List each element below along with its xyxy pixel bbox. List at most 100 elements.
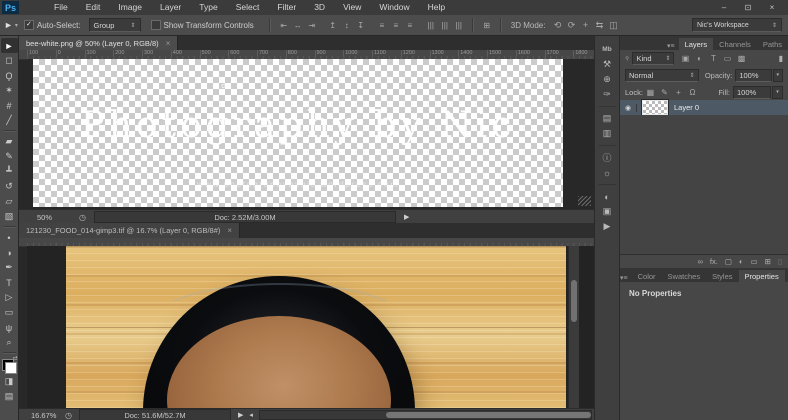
scroll-left-arrow[interactable]: ◂ (249, 411, 253, 419)
show-transform-checkbox[interactable]: Show Transform Controls (151, 20, 254, 30)
resize-grip[interactable] (578, 196, 591, 206)
panel-tab[interactable]: Layers (679, 38, 714, 50)
dodge-tool[interactable]: ◑ (1, 245, 18, 260)
menu-item[interactable]: Help (419, 0, 454, 15)
doc2-canvas[interactable] (27, 246, 594, 408)
lock-transparency-icon[interactable]: ▦ (646, 88, 655, 97)
align-left-edges-icon[interactable]: ⇤ (278, 21, 290, 30)
vertical-scrollbar[interactable] (568, 246, 579, 408)
filter-type-layers-icon[interactable]: T (708, 54, 718, 63)
checkbox-empty-icon[interactable] (151, 20, 161, 30)
healing-brush-tool[interactable]: ▰ (1, 134, 18, 149)
panel-tab[interactable]: Styles (706, 270, 738, 282)
panel-menu-icon[interactable]: ▾≡ (667, 42, 675, 50)
panel-tab[interactable]: Channels (713, 38, 757, 50)
background-color-swatch[interactable] (5, 362, 17, 374)
3d-roll-icon[interactable]: ⟳ (564, 20, 578, 31)
filter-toggle-icon[interactable]: ▮ (779, 54, 783, 63)
distribute-top-edges-icon[interactable]: ≡ (376, 21, 388, 30)
fill-value[interactable]: 100% (733, 86, 771, 99)
history-icon[interactable]: ▤ (598, 111, 617, 126)
close-icon[interactable]: × (227, 226, 232, 235)
panel-tab[interactable]: Paths (757, 38, 788, 50)
doc2-doc-size[interactable]: Doc: 51.6M/52.7M (79, 409, 231, 420)
menu-item[interactable]: Select (227, 0, 269, 15)
layer-row[interactable]: ◉ Layer 0 (620, 100, 788, 115)
delete-layer-icon[interactable]: ▯ (778, 257, 782, 266)
pen-tool[interactable]: ✒ (1, 260, 18, 275)
history-brush-tool[interactable]: ↺ (1, 179, 18, 194)
path-selection-tool[interactable]: ▷ (1, 290, 18, 305)
layer-group-icon[interactable]: ▭ (750, 257, 757, 266)
close-button[interactable]: × (762, 2, 782, 13)
distribute-bottom-edges-icon[interactable]: ≡ (404, 21, 416, 30)
auto-select-checkbox[interactable]: ✓ Auto-Select: (24, 20, 81, 30)
horizontal-scrollbar[interactable] (259, 410, 592, 420)
type-tool[interactable]: T (1, 275, 18, 290)
eyedropper-tool[interactable]: ╱ (1, 113, 18, 128)
layer-effects-icon[interactable]: fx. (710, 257, 718, 266)
play-icon[interactable]: ▶ (598, 219, 617, 234)
align-bottom-edges-icon[interactable]: ↧ (355, 21, 367, 30)
filter-adjustment-layers-icon[interactable]: ◐ (694, 54, 704, 63)
doc1-canvas[interactable]: ¤ Photography by Nic www.photographybyni… (27, 59, 594, 209)
restore-button[interactable]: ⊡ (738, 2, 758, 13)
lock-position-icon[interactable]: + (674, 88, 683, 97)
doc2-tab[interactable]: 121230_FOOD_014-gimp3.tif @ 16.7% (Layer… (19, 223, 240, 238)
layer-comps-icon[interactable]: ▣ (598, 204, 617, 219)
align-top-edges-icon[interactable]: ↥ (327, 21, 339, 30)
panel-tab[interactable]: Color (632, 270, 662, 282)
marquee-tool[interactable]: ◻ (1, 53, 18, 68)
menu-item[interactable]: Image (109, 0, 151, 15)
opacity-slider-arrow[interactable]: ▾ (773, 69, 783, 82)
menu-item[interactable]: Edit (77, 0, 110, 15)
new-layer-icon[interactable]: ⊞ (765, 257, 771, 266)
tool-presets-icon[interactable]: ⚒ (598, 57, 617, 72)
zoom-tool[interactable]: ⌕ (1, 335, 18, 350)
clone-source-icon[interactable]: ⊕ (598, 72, 617, 87)
crop-tool[interactable]: # (1, 98, 18, 113)
menu-item[interactable]: Layer (151, 0, 190, 15)
adjustment-layer-icon[interactable]: ◐ (739, 257, 744, 266)
doc2-zoom-level[interactable]: 16.67% (31, 411, 65, 420)
distribute-vertical-centers-icon[interactable]: ≡ (390, 21, 402, 30)
hand-tool[interactable]: ψ (1, 320, 18, 335)
distribute-left-edges-icon[interactable]: ||| (425, 21, 437, 30)
adjustments-icon[interactable]: ◐ (598, 189, 617, 204)
filter-shape-layers-icon[interactable]: ▭ (722, 54, 732, 63)
horizontal-scrollbar-thumb[interactable] (386, 412, 591, 418)
panel-menu-icon[interactable]: ▾≡ (620, 274, 628, 282)
lasso-tool[interactable]: Ϙ (1, 68, 18, 83)
menu-item[interactable]: Type (190, 0, 226, 15)
eraser-tool[interactable]: ▱ (1, 194, 18, 209)
auto-align-layers-icon[interactable]: ⊞ (481, 21, 493, 30)
brush-presets-icon[interactable]: ✑ (598, 87, 617, 102)
auto-select-target-dropdown[interactable]: Group ⇕ (89, 18, 141, 32)
close-icon[interactable]: × (166, 39, 171, 48)
layer-name[interactable]: Layer 0 (674, 103, 699, 112)
3d-orbit-icon[interactable]: ⟲ (550, 20, 564, 31)
3d-zoom-icon[interactable]: ◫ (606, 20, 620, 31)
quick-selection-tool[interactable]: ✶ (1, 83, 18, 98)
menu-item[interactable]: Window (370, 0, 418, 15)
lock-all-icon[interactable]: Ω (688, 88, 697, 97)
filter-smart-objects-icon[interactable]: ▩ (736, 54, 746, 63)
menu-item[interactable]: Filter (268, 0, 305, 15)
align-vertical-centers-icon[interactable]: ↕ (341, 21, 353, 30)
3d-pan-icon[interactable]: + (578, 20, 592, 30)
quick-mask-icon[interactable]: ◨ (1, 374, 18, 389)
workspace-switcher[interactable]: Nic's Workspace ⇕ (692, 18, 782, 32)
panel-tab[interactable]: Properties (739, 270, 785, 282)
visibility-eye-icon[interactable]: ◉ (620, 104, 637, 112)
navigator-icon[interactable]: ☼ (598, 165, 617, 180)
clone-stamp-tool[interactable]: ┻ (1, 164, 18, 179)
menu-item[interactable]: View (334, 0, 370, 15)
move-tool[interactable]: ► (1, 38, 18, 53)
filter-pixel-layers-icon[interactable]: ▣ (680, 54, 690, 63)
mini-bridge-icon[interactable]: Mb (598, 42, 617, 57)
opacity-value[interactable]: 100% (735, 69, 771, 82)
menu-item[interactable]: 3D (305, 0, 334, 15)
rectangle-tool[interactable]: ▭ (1, 305, 18, 320)
align-right-edges-icon[interactable]: ⇥ (306, 21, 318, 30)
doc1-tab[interactable]: bee-white.png @ 50% (Layer 0, RGB/8) × (19, 36, 178, 50)
